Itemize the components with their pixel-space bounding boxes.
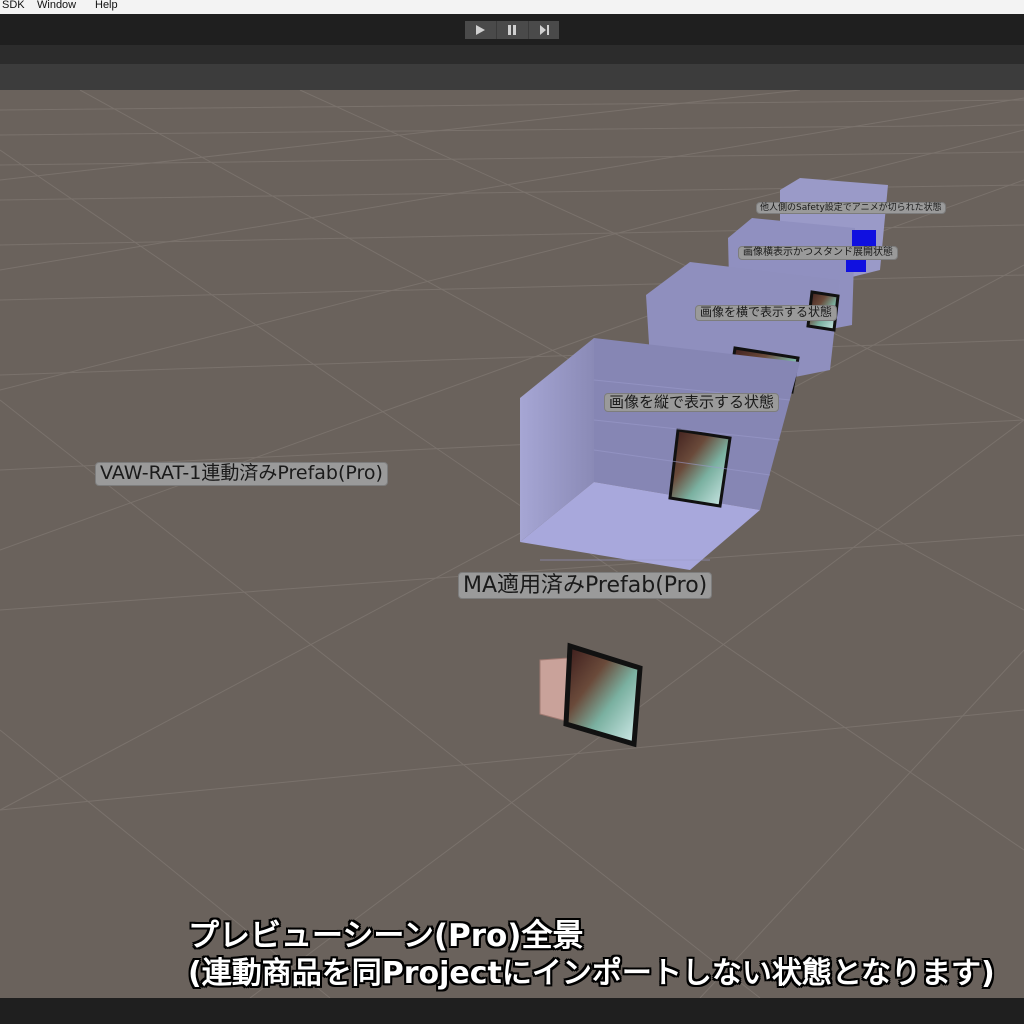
step-icon bbox=[540, 25, 549, 35]
label-landscape-stand-state: 画像横表示かつスタンド展開状態 bbox=[738, 246, 898, 260]
play-button[interactable] bbox=[465, 21, 496, 39]
menu-bar: SDK Window Help bbox=[0, 0, 1024, 14]
label-safety-state: 他人側のSafety設定でアニメが切られた状態 bbox=[756, 202, 946, 215]
menu-sdk[interactable]: SDK bbox=[2, 0, 25, 11]
pause-button[interactable] bbox=[497, 21, 528, 39]
play-icon bbox=[476, 25, 485, 35]
scene-toolbar bbox=[0, 45, 1024, 64]
step-button[interactable] bbox=[529, 21, 559, 39]
menu-help[interactable]: Help bbox=[95, 0, 118, 11]
label-vaw-prefab: VAW-RAT-1連動済みPrefab(Pro) bbox=[95, 462, 388, 486]
scene-header bbox=[0, 64, 1024, 90]
play-controls bbox=[465, 21, 559, 39]
room-box-vertical bbox=[520, 338, 800, 570]
pause-icon bbox=[508, 25, 516, 35]
bottom-status-bar bbox=[0, 998, 1024, 1024]
toolbar bbox=[0, 14, 1024, 45]
label-ma-prefab: MA適用済みPrefab(Pro) bbox=[458, 572, 713, 600]
scene-viewport[interactable]: 他人側のSafety設定でアニメが切られた状態 画像横表示かつスタンド展開状態 … bbox=[0, 90, 1024, 998]
menu-window[interactable]: Window bbox=[37, 0, 76, 11]
tablet-device-ma bbox=[539, 642, 643, 748]
label-vertical-state: 画像を縦で表示する状態 bbox=[604, 393, 780, 413]
label-horizontal-state: 画像を横で表示する状態 bbox=[695, 305, 838, 321]
caption-subtitle: (連動商品を同Projectにインポートしない状態となります) bbox=[188, 956, 995, 991]
scene-geometry bbox=[0, 90, 1024, 998]
